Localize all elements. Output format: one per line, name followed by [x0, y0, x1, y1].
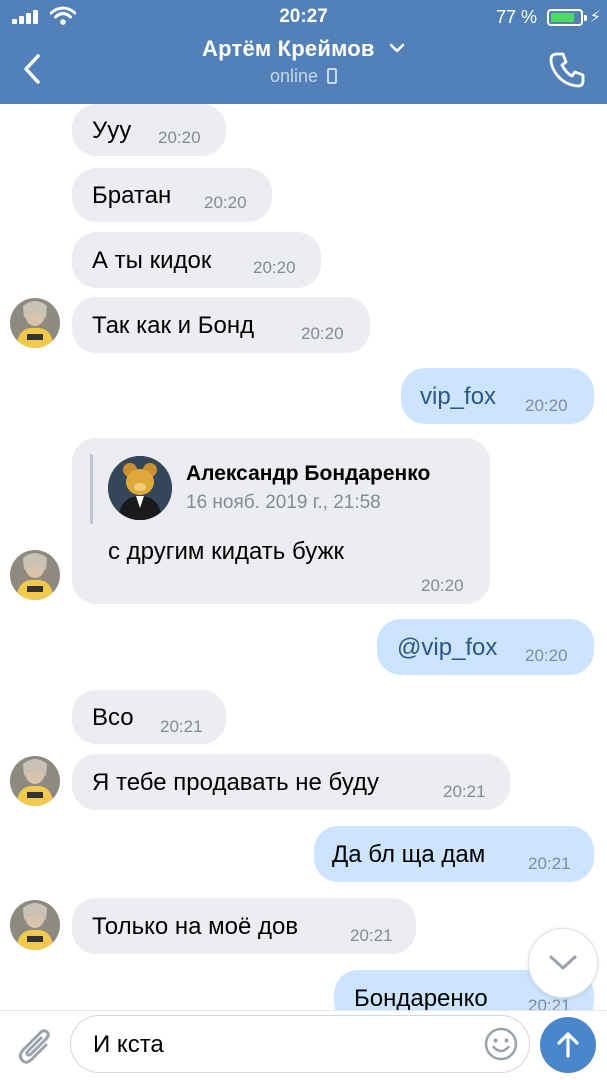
avatar-image [108, 456, 172, 520]
message-time: 20:21 [528, 854, 571, 873]
sender-avatar[interactable] [10, 550, 60, 600]
message-bubble[interactable]: vip_fox 20:20 [401, 368, 594, 424]
message-text: Так как и Бонд [92, 312, 255, 339]
mobile-device-icon [327, 68, 338, 84]
message-time: 20:21 [528, 996, 571, 1010]
scroll-to-bottom-button[interactable] [528, 928, 598, 998]
message-time: 20:20 [525, 646, 568, 665]
message-bubble[interactable]: А ты кидок 20:20 [72, 232, 321, 288]
message-bubble[interactable]: Братан 20:20 [72, 168, 272, 222]
quote-bar [90, 454, 93, 524]
contact-name-row: Артём Креймов [120, 36, 487, 62]
call-button[interactable] [545, 48, 589, 92]
emoji-button[interactable] [483, 1026, 519, 1062]
message-text: @vip_fox [397, 634, 498, 661]
send-button[interactable] [540, 1017, 596, 1073]
message-time: 20:21 [350, 926, 393, 945]
status-bar: 20:27 77 % ⚡ [0, 0, 607, 34]
message-bubble[interactable]: Ууу 20:20 [72, 104, 226, 156]
message-input[interactable] [93, 1031, 473, 1059]
message-bubble[interactable]: Всо 20:21 [72, 690, 226, 744]
message-text: Братан [92, 182, 172, 209]
message-bubble[interactable]: Да бл ща дам 20:21 [314, 826, 594, 882]
message-composer [0, 1010, 607, 1080]
message-time: 20:20 [301, 324, 344, 343]
message-time: 20:21 [443, 782, 486, 801]
chat-title-button[interactable]: Артём Креймов online [120, 36, 487, 87]
chevron-down-icon [549, 955, 577, 970]
message-text: с другим кидать бужк [108, 538, 345, 565]
sender-avatar[interactable] [10, 298, 60, 348]
battery-percent: 77 % [495, 7, 537, 27]
chat-header: 20:27 77 % ⚡ Артём Креймов online [0, 0, 607, 104]
message-text: Всо [92, 704, 134, 731]
quoted-date: 16 нояб. 2019 г., 21:58 [186, 492, 381, 513]
message-time: 20:20 [253, 258, 296, 277]
message-time: 20:20 [421, 576, 464, 595]
message-time: 20:20 [525, 396, 568, 415]
back-button[interactable] [12, 44, 52, 94]
message-bubble[interactable]: Только на моё дов 20:21 [72, 898, 416, 954]
message-time: 20:20 [204, 193, 247, 212]
online-status-row: online [120, 66, 487, 87]
battery-icon [547, 9, 587, 26]
avatar-image [10, 756, 60, 806]
arrow-up-icon [557, 1032, 579, 1058]
message-text: vip_fox [420, 383, 497, 410]
message-bubble[interactable]: @vip_fox 20:20 [377, 619, 594, 675]
message-text: Да бл ща дам [332, 841, 486, 868]
smile-icon [484, 1027, 518, 1061]
message-text: А ты кидок [92, 247, 212, 274]
sender-avatar[interactable] [10, 900, 60, 950]
message-text: Только на моё дов [92, 913, 299, 940]
chevron-down-icon [389, 43, 405, 53]
message-time: 20:20 [158, 128, 201, 147]
message-bubble-with-quote[interactable]: Александр Бондаренко 16 нояб. 2019 г., 2… [72, 438, 490, 604]
contact-name: Артём Креймов [202, 36, 375, 61]
quoted-author-avatar[interactable] [108, 456, 172, 520]
message-time: 20:21 [160, 717, 203, 736]
charging-icon: ⚡ [589, 9, 601, 26]
paperclip-icon [18, 1029, 50, 1064]
message-text: Бондаренко [354, 985, 488, 1010]
message-text: Я тебе продавать не буду [92, 769, 379, 796]
attach-button[interactable] [16, 1025, 56, 1069]
avatar-image [10, 298, 60, 348]
quoted-author-name: Александр Бондаренко [186, 462, 431, 485]
message-input-box[interactable] [70, 1015, 530, 1073]
message-list[interactable]: Ууу 20:20 Братан 20:20 А ты кидок 20:20 … [0, 104, 607, 1010]
phone-icon [549, 52, 585, 88]
chevron-left-icon [24, 54, 40, 84]
message-text: Ууу [92, 117, 132, 144]
online-status: online [269, 66, 319, 86]
avatar-image [10, 550, 60, 600]
sender-avatar[interactable] [10, 756, 60, 806]
message-bubble[interactable]: Так как и Бонд 20:20 [72, 297, 370, 353]
message-bubble[interactable]: Я тебе продавать не буду 20:21 [72, 754, 510, 810]
avatar-image [10, 900, 60, 950]
